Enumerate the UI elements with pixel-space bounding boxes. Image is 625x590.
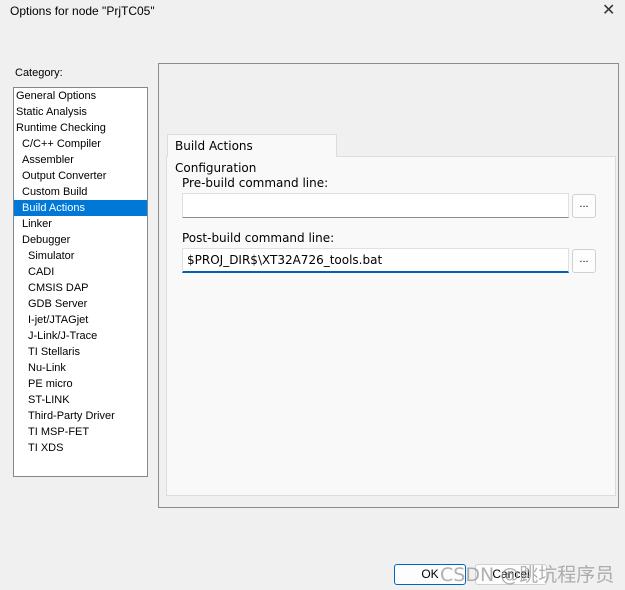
category-item[interactable]: PE micro <box>14 376 147 392</box>
postbuild-browse-button[interactable]: ... <box>572 249 596 273</box>
category-item[interactable]: Third-Party Driver <box>14 408 147 424</box>
category-item[interactable]: Debugger <box>14 232 147 248</box>
category-item[interactable]: Custom Build <box>14 184 147 200</box>
category-item[interactable]: TI XDS <box>14 440 147 456</box>
category-item[interactable]: CADI <box>14 264 147 280</box>
category-item[interactable]: C/C++ Compiler <box>14 136 147 152</box>
watermark: CSDN @跳坑程序员 <box>440 564 615 586</box>
postbuild-input[interactable]: $PROJ_DIR$\XT32A726_tools.bat <box>182 248 569 273</box>
prebuild-browse-button[interactable]: ... <box>572 194 596 218</box>
category-item[interactable]: Nu-Link <box>14 360 147 376</box>
category-item[interactable]: J-Link/J-Trace <box>14 328 147 344</box>
category-item[interactable]: Simulator <box>14 248 147 264</box>
category-item[interactable]: Runtime Checking <box>14 120 147 136</box>
category-item[interactable]: Linker <box>14 216 147 232</box>
prebuild-input[interactable] <box>182 193 569 218</box>
postbuild-label: Post-build command line: <box>182 231 335 245</box>
category-list[interactable]: General Options Static Analysis Runtime Ch… <box>13 87 148 477</box>
category-item[interactable]: I-jet/JTAGjet <box>14 312 147 328</box>
category-item[interactable]: Build Actions <box>14 200 147 216</box>
category-item[interactable]: CMSIS DAP <box>14 280 147 296</box>
category-item[interactable]: TI Stellaris <box>14 344 147 360</box>
category-item[interactable]: TI MSP-FET <box>14 424 147 440</box>
category-item[interactable]: Output Converter <box>14 168 147 184</box>
category-item[interactable]: GDB Server <box>14 296 147 312</box>
tab-build-actions-configuration[interactable]: Build Actions Configuration <box>167 134 337 175</box>
category-item[interactable]: ST-LINK <box>14 392 147 408</box>
close-icon[interactable]: ✕ <box>602 0 615 20</box>
category-item[interactable]: General Options <box>14 88 147 104</box>
category-item[interactable]: Assembler <box>14 152 147 168</box>
window-title: Options for node "PrjTC05" <box>10 4 155 18</box>
prebuild-label: Pre-build command line: <box>182 176 329 190</box>
category-item[interactable]: Static Analysis <box>14 104 147 120</box>
category-label: Category: <box>15 67 63 79</box>
